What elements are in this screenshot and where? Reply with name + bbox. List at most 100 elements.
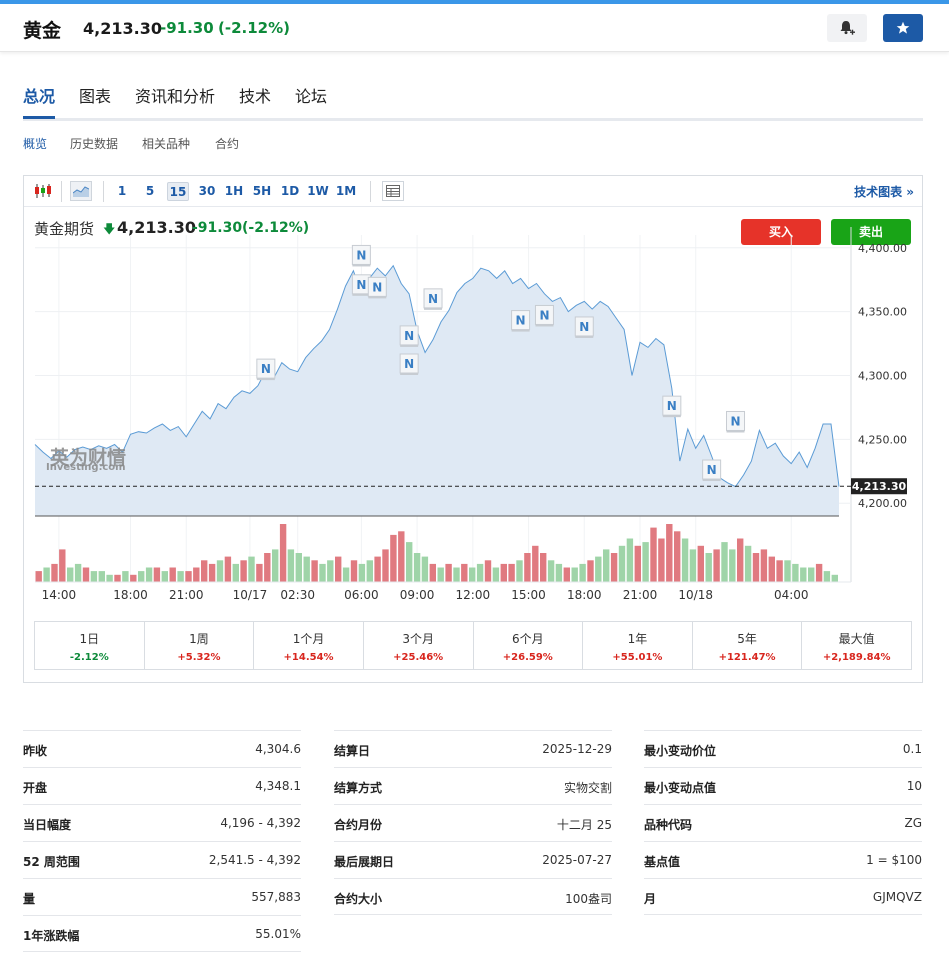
volume-bar <box>350 560 358 583</box>
volume-bar <box>461 563 468 582</box>
subtab-related-instruments[interactable]: 相关品种 <box>142 135 190 152</box>
volume-bar <box>201 560 208 583</box>
subtab-historical-data[interactable]: 历史数据 <box>70 135 118 152</box>
stat-row: 最小变动价位 0.1 <box>644 730 922 767</box>
volume-bar <box>421 556 429 582</box>
news-marker-shadow <box>424 307 443 310</box>
interval-5h[interactable]: 5H <box>251 182 273 201</box>
interval-15m[interactable]: 15 <box>167 182 189 201</box>
interval-1mo[interactable]: 1M <box>335 182 357 201</box>
news-marker[interactable]: N <box>351 244 371 267</box>
performance-period[interactable]: 3个月 +25.46% <box>364 622 474 669</box>
news-marker[interactable]: N <box>351 274 371 296</box>
candlestick-icon[interactable] <box>32 181 54 201</box>
performance-period[interactable]: 1个月 +14.54% <box>254 622 364 669</box>
volume-bar <box>366 560 373 583</box>
area-chart-icon[interactable] <box>70 181 92 201</box>
volume-bar <box>650 527 657 582</box>
interval-1w[interactable]: 1W <box>307 182 329 201</box>
header-price: 4,213.30 <box>83 19 162 38</box>
technical-chart-link[interactable]: 技术图表 » <box>854 183 914 200</box>
news-marker[interactable]: N <box>534 304 554 327</box>
tab-forum[interactable]: 论坛 <box>295 83 327 107</box>
volume-bar <box>603 549 610 582</box>
news-marker[interactable]: N <box>726 410 746 433</box>
news-marker-shadow <box>352 293 371 296</box>
stat-label: 开盘 <box>23 781 48 795</box>
performance-period[interactable]: 1日 -2.12% <box>35 622 145 669</box>
news-marker[interactable]: N <box>367 276 387 299</box>
table-view-icon[interactable] <box>382 181 404 201</box>
performance-period[interactable]: 1周 +5.32% <box>145 622 255 669</box>
volume-bar <box>185 571 192 582</box>
stat-row: 1年涨跌幅 55.01% <box>23 915 301 952</box>
performance-period-label: 1个月 <box>292 632 325 646</box>
stat-row: 合约月份 十二月 25 <box>334 804 612 841</box>
subtab-contracts[interactable]: 合约 <box>215 135 239 152</box>
volume-bar <box>563 567 570 582</box>
interval-30m[interactable]: 30 <box>196 182 218 201</box>
news-marker[interactable]: N <box>423 288 443 310</box>
add-alert-button[interactable] <box>827 14 867 42</box>
volume-bar <box>689 549 697 582</box>
performance-period[interactable]: 1年 +55.01% <box>583 622 693 669</box>
interval-1d[interactable]: 1D <box>280 182 300 201</box>
x-tick-label: 18:00 <box>567 588 602 602</box>
volume-bar <box>658 538 665 582</box>
news-marker[interactable]: N <box>511 310 531 332</box>
tab-overview[interactable]: 总况 <box>23 83 55 107</box>
stat-label: 品种代码 <box>644 818 693 832</box>
volume-bar <box>626 538 634 582</box>
stat-value: 2025-12-29 <box>542 742 612 756</box>
interval-1h[interactable]: 1H <box>224 182 244 201</box>
performance-period[interactable]: 6个月 +26.59% <box>474 622 584 669</box>
x-tick-label: 21:00 <box>623 588 658 602</box>
volume-bar <box>453 567 460 582</box>
volume-bar <box>67 567 74 582</box>
stat-label: 最小变动点值 <box>644 781 717 795</box>
interval-5m[interactable]: 5 <box>143 182 157 201</box>
volume-bar <box>232 563 239 582</box>
news-marker[interactable]: N <box>662 395 682 418</box>
stat-row: 52 周范围 2,541.5 - 4,392 <box>23 841 301 878</box>
volume-bar <box>516 560 523 583</box>
watermark-brand-en: Investing.com <box>46 462 126 473</box>
performance-period-value: +25.46% <box>393 652 444 663</box>
volume-bar <box>90 571 98 582</box>
stat-value: 557,883 <box>251 890 301 904</box>
price-chart[interactable]: 英为财情 Investing.com NNN NNNNN NNNNN 4,400.0… <box>24 207 922 627</box>
tab-technical[interactable]: 技术 <box>239 83 271 107</box>
stat-label: 月 <box>644 892 657 906</box>
news-marker-shadow <box>400 344 419 347</box>
news-marker[interactable]: N <box>574 316 594 338</box>
news-marker[interactable]: N <box>702 459 722 482</box>
volume-bar <box>138 571 145 582</box>
stat-value: GJMQVZ <box>872 890 922 904</box>
volume-bar <box>666 524 673 582</box>
volume-bar <box>705 553 712 582</box>
tab-chart[interactable]: 图表 <box>79 83 111 107</box>
performance-period[interactable]: 最大值 +2,189.84% <box>802 622 911 669</box>
add-to-watchlist-button[interactable] <box>883 14 923 42</box>
volume-bar <box>216 560 224 583</box>
x-tick-label: 14:00 <box>42 588 77 602</box>
volume-bar <box>272 549 279 582</box>
volume-bar <box>634 545 641 583</box>
watermark-logo: 英为财情 Investing.com <box>46 446 126 473</box>
tab-news-analysis[interactable]: 资讯和分析 <box>135 83 215 107</box>
volume-bar <box>815 563 823 582</box>
news-marker-label: N <box>428 292 438 306</box>
stat-value: 1 = $100 <box>866 853 922 867</box>
volume-bar <box>737 538 744 582</box>
volume-bar <box>674 531 681 583</box>
news-marker[interactable]: N <box>399 325 419 347</box>
news-marker[interactable]: N <box>256 358 276 381</box>
stat-row: 结算方式 实物交割 <box>334 767 612 804</box>
interval-1m[interactable]: 1 <box>115 182 129 201</box>
volume-bar <box>311 560 318 583</box>
subtab-summary[interactable]: 概览 <box>23 135 47 152</box>
performance-period[interactable]: 5年 +121.47% <box>693 622 803 669</box>
news-marker[interactable]: N <box>399 353 419 376</box>
chart-toolbar: 1 5 15 30 1H 5H 1D 1W 1M 技术图表 » <box>24 176 922 207</box>
stat-row: 当日幅度 4,196 - 4,392 <box>23 804 301 841</box>
